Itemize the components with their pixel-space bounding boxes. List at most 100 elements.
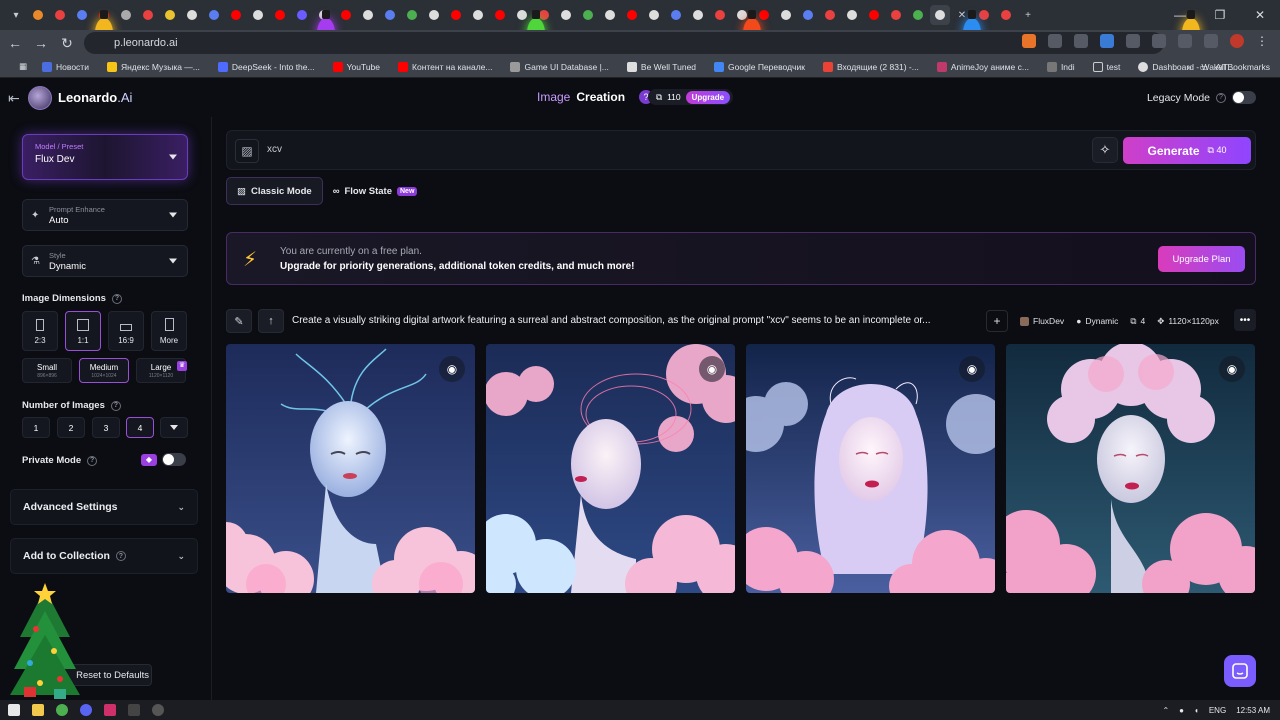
forward-icon[interactable]: → bbox=[28, 30, 54, 56]
browser-tab[interactable] bbox=[798, 5, 818, 25]
ratio-1-1-button[interactable]: 1:1 bbox=[65, 311, 101, 351]
num-images-1-button[interactable]: 1 bbox=[22, 417, 50, 438]
browser-tab[interactable] bbox=[666, 5, 686, 25]
num-images-2-button[interactable]: 2 bbox=[57, 417, 85, 438]
browser-tab[interactable] bbox=[380, 5, 400, 25]
browser-tab[interactable] bbox=[886, 5, 906, 25]
advanced-settings-toggle[interactable]: Advanced Settings ⌄ bbox=[10, 489, 198, 525]
legacy-mode-toggle[interactable] bbox=[1232, 91, 1256, 104]
bookmark[interactable]: Indi bbox=[1038, 61, 1084, 72]
browser-tab[interactable] bbox=[160, 5, 180, 25]
generate-button[interactable]: Generate ⧉ 40 bbox=[1123, 137, 1251, 164]
browser-tab[interactable] bbox=[864, 5, 884, 25]
microphone-icon[interactable]: ● bbox=[1179, 706, 1184, 715]
browser-tab[interactable] bbox=[842, 5, 862, 25]
upgrade-button[interactable]: Upgrade bbox=[685, 90, 731, 104]
language-indicator[interactable]: ENG bbox=[1209, 706, 1226, 715]
puzzle-icon[interactable] bbox=[1152, 34, 1166, 48]
browser-tab[interactable] bbox=[138, 5, 158, 25]
help-icon[interactable]: ? bbox=[1216, 92, 1226, 103]
browser-tab[interactable] bbox=[490, 5, 510, 25]
extension-icon[interactable] bbox=[1100, 34, 1114, 48]
bookmark-folder[interactable]: test bbox=[1084, 61, 1130, 72]
new-tab-icon[interactable]: + bbox=[1018, 5, 1038, 25]
browser-tab[interactable] bbox=[226, 5, 246, 25]
size-small-button[interactable]: Small 896×896 bbox=[22, 358, 72, 383]
ratio-16-9-button[interactable]: 16:9 bbox=[108, 311, 144, 351]
chat-support-button[interactable] bbox=[1224, 655, 1256, 687]
chrome-icon[interactable] bbox=[56, 704, 68, 716]
clock[interactable]: 12:53 AM bbox=[1236, 706, 1270, 715]
bookmark[interactable]: DeepSeek - Into the... bbox=[209, 61, 324, 72]
discord-icon[interactable] bbox=[80, 704, 92, 716]
prompt-enhance-select[interactable]: ✦ Prompt Enhance Auto bbox=[22, 199, 188, 231]
extension-icon[interactable] bbox=[1074, 34, 1088, 48]
sidebar-icon[interactable] bbox=[1178, 34, 1192, 48]
bookmark[interactable]: Яндекс Музыка —... bbox=[98, 61, 209, 72]
bookmark[interactable]: YouTube bbox=[324, 61, 389, 72]
eye-icon[interactable]: ◉ bbox=[1219, 356, 1245, 382]
browser-tab[interactable] bbox=[424, 5, 444, 25]
token-balance[interactable]: ⧉ 110 Upgrade bbox=[648, 89, 734, 105]
brand-logo[interactable]: Leonardo.Ai bbox=[58, 90, 132, 105]
chevron-right-icon[interactable]: » bbox=[1187, 62, 1192, 72]
generated-image[interactable]: ◉ bbox=[486, 344, 735, 593]
generated-image[interactable]: ◉ bbox=[226, 344, 475, 593]
ratio-2-3-button[interactable]: 2:3 bbox=[22, 311, 58, 351]
maximize-icon[interactable]: ❐ bbox=[1200, 0, 1240, 30]
download-icon[interactable] bbox=[1204, 34, 1218, 48]
bookmark[interactable]: Новости bbox=[33, 61, 98, 72]
size-medium-button[interactable]: Medium 1024×1024 bbox=[79, 358, 129, 383]
bookmark[interactable]: Входящие (2 831) -... bbox=[814, 61, 928, 72]
private-mode-toggle[interactable] bbox=[162, 453, 186, 466]
browser-tab[interactable] bbox=[182, 5, 202, 25]
window-close-icon[interactable]: ✕ bbox=[1240, 0, 1280, 30]
style-select[interactable]: ⚗ Style Dynamic bbox=[22, 245, 188, 277]
browser-tab[interactable] bbox=[644, 5, 664, 25]
browser-tab[interactable] bbox=[908, 5, 928, 25]
bookmark[interactable]: Be Well Tuned bbox=[618, 61, 705, 72]
reuse-prompt-arrow-icon[interactable]: ↑ bbox=[258, 309, 284, 333]
magic-sparkle-icon[interactable]: ✧ bbox=[1092, 137, 1118, 163]
obs-icon[interactable] bbox=[152, 704, 164, 716]
eye-icon[interactable]: ◉ bbox=[699, 356, 725, 382]
menu-dots-icon[interactable]: ⋮ bbox=[1256, 34, 1270, 48]
browser-tab[interactable] bbox=[820, 5, 840, 25]
file-explorer-icon[interactable] bbox=[32, 704, 44, 716]
chevron-up-icon[interactable]: ⌃ bbox=[1162, 706, 1169, 715]
help-icon[interactable]: ? bbox=[87, 455, 98, 466]
ratio-more-button[interactable]: More bbox=[151, 311, 187, 351]
browser-tab[interactable] bbox=[578, 5, 598, 25]
collapse-sidebar-icon[interactable]: ⇤ bbox=[8, 90, 20, 107]
tab-classic-mode[interactable]: ▨ Classic Mode bbox=[226, 177, 323, 205]
upgrade-plan-button[interactable]: Upgrade Plan bbox=[1158, 246, 1245, 272]
generated-image[interactable]: ◉ bbox=[1006, 344, 1255, 593]
back-icon[interactable]: ← bbox=[2, 30, 28, 56]
profile-avatar[interactable] bbox=[1230, 34, 1244, 48]
browser-tab[interactable] bbox=[116, 5, 136, 25]
num-images-3-button[interactable]: 3 bbox=[92, 417, 120, 438]
browser-tab[interactable] bbox=[28, 5, 48, 25]
all-bookmarks[interactable]: » ▭ All Bookmarks bbox=[1187, 56, 1270, 77]
help-icon[interactable]: ? bbox=[111, 293, 122, 304]
apps-grid-icon[interactable]: ▦ bbox=[10, 61, 33, 72]
eye-icon[interactable]: ◉ bbox=[959, 356, 985, 382]
browser-tab[interactable] bbox=[402, 5, 422, 25]
browser-tab[interactable] bbox=[446, 5, 466, 25]
browser-tab[interactable] bbox=[556, 5, 576, 25]
magic-wand-icon[interactable]: ✎ bbox=[226, 309, 252, 333]
prompt-input[interactable]: xcv bbox=[267, 144, 282, 155]
browser-tab[interactable] bbox=[710, 5, 730, 25]
add-to-collection-toggle[interactable]: Add to Collection ? ⌄ bbox=[10, 538, 198, 574]
extension-icon[interactable] bbox=[1022, 34, 1036, 48]
browser-tab[interactable] bbox=[688, 5, 708, 25]
help-icon[interactable]: ? bbox=[110, 400, 121, 411]
num-images-4-button[interactable]: 4 bbox=[126, 417, 154, 438]
image-upload-icon[interactable]: ▨ bbox=[235, 139, 259, 163]
bookmark[interactable]: Google Переводчик bbox=[705, 61, 814, 72]
browser-tab[interactable] bbox=[776, 5, 796, 25]
browser-tab[interactable] bbox=[50, 5, 70, 25]
bookmark[interactable]: Контент на канале... bbox=[389, 61, 501, 72]
browser-tab[interactable] bbox=[292, 5, 312, 25]
browser-tab[interactable] bbox=[72, 5, 92, 25]
